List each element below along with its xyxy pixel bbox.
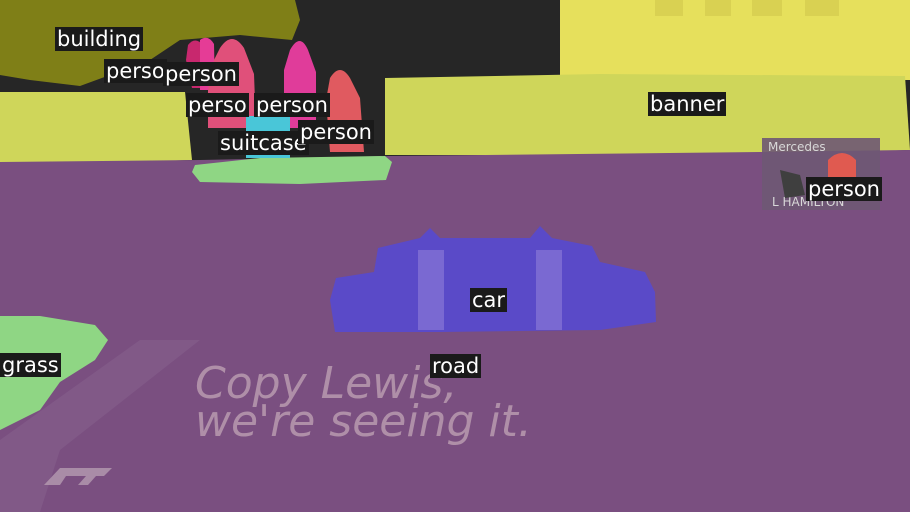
label-person-4: person — [254, 93, 330, 117]
billboard — [560, 0, 910, 80]
label-suitcase: suitcase — [218, 131, 309, 155]
car-wheel-left — [418, 250, 444, 330]
label-person-3: perso — [186, 93, 249, 117]
label-person-5: person — [298, 120, 374, 144]
label-building: building — [55, 27, 144, 51]
sign-text-mercedes: Mercedes — [768, 140, 826, 154]
label-person-1: perso — [104, 59, 167, 83]
label-banner: banner — [648, 92, 727, 116]
label-road: road — [430, 354, 482, 378]
segmentation-scene: Mercedes L HAMILTON Copy Lewis, we're se… — [0, 0, 910, 512]
road-caption-line-2: we're seeing it. — [195, 396, 532, 447]
label-car: car — [470, 288, 508, 312]
label-person-6: person — [806, 177, 882, 201]
label-grass: grass — [0, 353, 61, 377]
label-person-2: person — [163, 62, 239, 86]
banner-segment-left — [0, 92, 192, 166]
car-wheel-right — [536, 250, 562, 330]
